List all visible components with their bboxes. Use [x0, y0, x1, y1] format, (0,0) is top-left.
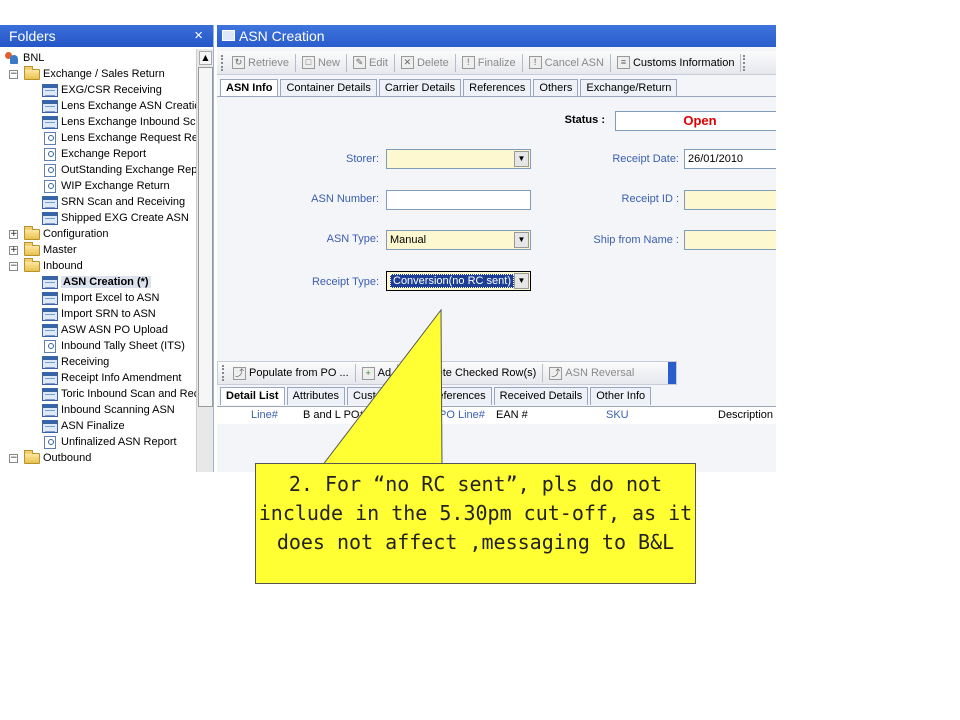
callout-pointer-shape	[320, 308, 443, 467]
callout-pointer	[320, 308, 443, 467]
callout-note: 2. For “no RC sent”, pls do not include …	[255, 463, 696, 584]
